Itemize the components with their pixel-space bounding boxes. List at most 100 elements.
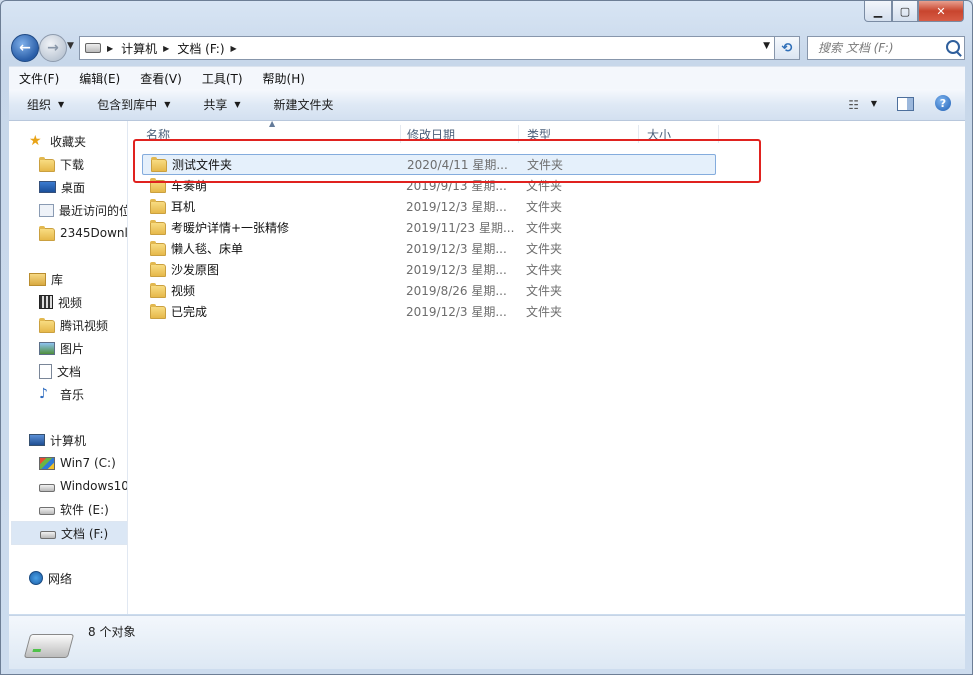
forward-button[interactable]: → xyxy=(39,34,67,62)
content-area: ★ 收藏夹 下载 桌面 最近访问的位置 2345Downloads 库 xyxy=(9,119,965,614)
chevron-right-icon[interactable]: ▶ xyxy=(163,44,169,53)
nav-item-drive-c[interactable]: Win7 (C:) xyxy=(39,452,116,474)
file-date: 2019/12/3 星期... xyxy=(406,200,507,214)
nav-item-2345downloads[interactable]: 2345Downloads xyxy=(39,222,128,244)
chevron-right-icon[interactable]: ▶ xyxy=(107,44,113,53)
file-date: 2019/9/13 星期... xyxy=(406,179,507,193)
file-date: 2019/12/3 星期... xyxy=(406,305,507,319)
table-row[interactable]: 视频 2019/8/26 星期... 文件夹 xyxy=(142,280,716,301)
drive-icon xyxy=(85,43,101,53)
item-count: 8 个对象 xyxy=(88,625,136,639)
recent-places-icon xyxy=(39,203,54,217)
file-name: 耳机 xyxy=(171,200,196,214)
refresh-button[interactable]: ⟲ xyxy=(775,36,800,60)
view-options-icon[interactable]: ☷ xyxy=(848,98,859,112)
table-row[interactable]: 车奏萌 2019/9/13 星期... 文件夹 xyxy=(142,175,716,196)
minimize-button[interactable]: ▁ xyxy=(864,1,892,22)
nav-item-pictures[interactable]: 图片 xyxy=(39,337,84,359)
table-row[interactable]: 测试文件夹 2020/4/11 星期... 文件夹 xyxy=(142,154,716,175)
folder-icon xyxy=(150,178,166,193)
recent-pages-dropdown[interactable]: ▼ xyxy=(67,41,74,51)
close-button[interactable]: ✕ xyxy=(918,1,964,22)
folder-icon xyxy=(150,304,166,319)
file-name-cell: 测试文件夹 xyxy=(151,156,232,173)
organize-button[interactable]: 组织 ▼ xyxy=(9,96,79,113)
search-icon[interactable] xyxy=(946,40,960,54)
folder-icon xyxy=(150,283,166,298)
nav-item-label: Win7 (C:) xyxy=(60,456,116,470)
file-name-cell: 视频 xyxy=(150,282,195,299)
nav-item-label: 桌面 xyxy=(61,180,86,195)
navigation-row: ← → ▼ ▶ 计算机 ▶ 文档 (F:) ▶ ▼ ⟲ xyxy=(1,33,972,62)
menu-edit[interactable]: 编辑(E) xyxy=(69,70,130,87)
drive-icon xyxy=(39,507,55,515)
file-type: 文件夹 xyxy=(526,263,563,277)
table-row[interactable]: 沙发原图 2019/12/3 星期... 文件夹 xyxy=(142,259,716,280)
maximize-button[interactable]: ▢ xyxy=(892,1,918,22)
back-button[interactable]: ← xyxy=(11,34,39,62)
nav-item-drive-windows10[interactable]: Windows10 xyxy=(39,475,128,497)
new-folder-button[interactable]: 新建文件夹 xyxy=(256,96,349,113)
file-name: 沙发原图 xyxy=(171,263,220,277)
search-input[interactable] xyxy=(816,40,948,56)
table-row[interactable]: 懒人毯、床单 2019/12/3 星期... 文件夹 xyxy=(142,238,716,259)
menu-tools[interactable]: 工具(T) xyxy=(192,70,253,87)
nav-item-downloads[interactable]: 下载 xyxy=(39,153,84,175)
nav-item-drive-e[interactable]: 软件 (E:) xyxy=(39,498,109,520)
nav-item-videos[interactable]: 视频 xyxy=(39,291,82,313)
search-box[interactable] xyxy=(807,36,965,60)
address-dropdown-icon[interactable]: ▼ xyxy=(763,41,770,51)
nav-item-label: 2345Downloads xyxy=(60,226,128,240)
file-type: 文件夹 xyxy=(526,221,563,235)
table-row[interactable]: 考暖炉详情+一张精修 2019/11/23 星期... 文件夹 xyxy=(142,217,716,238)
nav-item-label: 视频 xyxy=(58,295,83,310)
chevron-right-icon[interactable]: ▶ xyxy=(231,44,237,53)
menu-view[interactable]: 查看(V) xyxy=(130,70,192,87)
breadcrumb-computer[interactable]: 计算机 xyxy=(121,40,157,57)
menu-help[interactable]: 帮助(H) xyxy=(253,70,315,87)
nav-network-label: 网络 xyxy=(48,571,73,586)
file-name: 测试文件夹 xyxy=(172,158,233,172)
table-row[interactable]: 已完成 2019/12/3 星期... 文件夹 xyxy=(142,301,716,322)
nav-item-desktop[interactable]: 桌面 xyxy=(39,176,85,198)
file-name: 视频 xyxy=(171,284,196,298)
preview-pane-icon[interactable] xyxy=(897,97,914,111)
folder-icon xyxy=(39,317,55,333)
nav-item-tencent-video[interactable]: 腾讯视频 xyxy=(39,314,108,336)
file-date: 2019/12/3 星期... xyxy=(406,242,507,256)
nav-computer[interactable]: 计算机 xyxy=(29,429,86,451)
forward-arrow-icon: → xyxy=(47,40,59,56)
include-in-library-button[interactable]: 包含到库中 ▼ xyxy=(79,96,185,113)
column-header-name[interactable]: 名称 xyxy=(138,125,401,143)
column-header-type[interactable]: 类型 xyxy=(519,125,639,143)
navigation-pane[interactable]: ★ 收藏夹 下载 桌面 最近访问的位置 2345Downloads 库 xyxy=(9,121,128,614)
nav-item-label: 文档 xyxy=(57,364,82,379)
address-bar[interactable]: ▶ 计算机 ▶ 文档 (F:) ▶ ▼ xyxy=(79,36,775,60)
command-bar: 组织 ▼ 包含到库中 ▼ 共享 ▼ 新建文件夹 ☷ ▼ ? xyxy=(9,89,965,121)
nav-item-label: Windows10 xyxy=(60,479,128,493)
share-button[interactable]: 共享 ▼ xyxy=(185,96,255,113)
nav-network[interactable]: 网络 xyxy=(29,567,72,589)
file-name-cell: 考暖炉详情+一张精修 xyxy=(150,219,289,236)
breadcrumb-drive-f[interactable]: 文档 (F:) xyxy=(177,40,224,57)
menu-file[interactable]: 文件(F) xyxy=(9,70,69,87)
nav-item-music[interactable]: ♪ 音乐 xyxy=(39,383,84,405)
explorer-window: ▁ ▢ ✕ ← → ▼ ▶ 计算机 ▶ 文档 (F:) ▶ ▼ ⟲ 文件(F) … xyxy=(0,0,973,675)
help-icon[interactable]: ? xyxy=(935,95,951,111)
nav-libraries[interactable]: 库 xyxy=(29,268,63,290)
column-header-date[interactable]: 修改日期 xyxy=(399,125,519,143)
nav-favorites[interactable]: ★ 收藏夹 xyxy=(29,130,86,152)
nav-item-recent-places[interactable]: 最近访问的位置 xyxy=(39,199,127,221)
nav-item-documents[interactable]: 文档 xyxy=(39,360,81,382)
file-name: 已完成 xyxy=(171,305,208,319)
file-name-cell: 耳机 xyxy=(150,198,195,215)
nav-item-drive-f[interactable]: 文档 (F:) xyxy=(11,521,127,545)
column-header-size[interactable]: 大小 xyxy=(639,125,719,143)
drive-icon xyxy=(40,531,56,539)
file-date: 2019/12/3 星期... xyxy=(406,263,507,277)
close-icon: ✕ xyxy=(936,4,946,18)
chevron-down-icon[interactable]: ▼ xyxy=(871,99,877,108)
details-pane: 8 个对象 xyxy=(9,615,965,669)
file-list-pane[interactable]: ▲ 名称 修改日期 类型 大小 测试文件夹 2020/4/11 星期... 文件… xyxy=(128,119,965,614)
table-row[interactable]: 耳机 2019/12/3 星期... 文件夹 xyxy=(142,196,716,217)
